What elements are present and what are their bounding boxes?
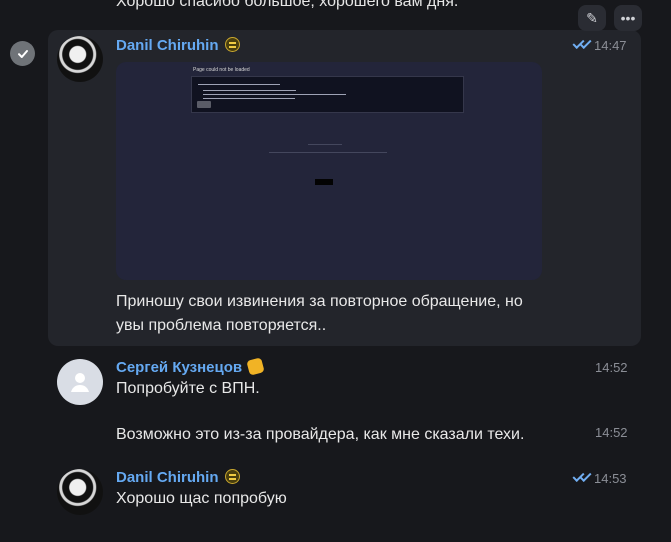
- chat-page: Хорошо спасибо большое, хорошего вам дня…: [0, 0, 671, 542]
- message-hover-actions: ✎ •••: [578, 5, 642, 31]
- preview-page-title: Page could not be loaded: [193, 67, 250, 73]
- previous-message-text: Хорошо спасибо большое, хорошего вам дня…: [116, 0, 459, 10]
- double-check-icon: [572, 472, 592, 482]
- preview-status-text: [269, 152, 387, 153]
- selected-message-check-icon[interactable]: [10, 41, 35, 66]
- status-emoji-icon: [224, 469, 240, 484]
- sender-name-text: Danil Chiruhin: [116, 37, 219, 54]
- message-time-with-status: 14:47: [572, 38, 627, 54]
- checkmark-icon: [17, 49, 28, 58]
- sender-name-text: Danil Chiruhin: [116, 469, 219, 486]
- danil-avatar[interactable]: [57, 469, 103, 515]
- preview-status-text: [308, 144, 342, 145]
- more-icon[interactable]: •••: [614, 5, 642, 31]
- preview-error-line: [203, 90, 296, 91]
- danil-avatar[interactable]: [57, 36, 103, 82]
- screenshot-preview[interactable]: Page could not be loaded: [116, 62, 542, 280]
- preview-error-line: [198, 84, 280, 85]
- hand-emoji-icon: [246, 357, 265, 376]
- message-time: 14:52: [595, 360, 628, 375]
- message-time: 14:52: [595, 425, 628, 440]
- person-icon: [71, 373, 89, 392]
- message-text: Приношу свои извинения за повторное обра…: [116, 293, 523, 334]
- pencil-icon[interactable]: ✎: [578, 5, 606, 31]
- message-time-with-status: 14:53: [572, 471, 627, 487]
- message-sender-name[interactable]: Сергей Кузнецов: [116, 357, 265, 377]
- sergey-avatar[interactable]: [57, 359, 103, 405]
- message-text: Попробуйте с ВПН.: [116, 380, 260, 397]
- double-check-icon: [572, 39, 592, 49]
- message-sender-name[interactable]: Danil Chiruhin: [116, 37, 240, 55]
- message-text: Хорошо щас попробую: [116, 490, 287, 507]
- preview-retry-button: [197, 101, 211, 108]
- preview-error-line: [203, 94, 346, 95]
- sender-name-text: Сергей Кузнецов: [116, 359, 243, 376]
- preview-black-bar: [315, 179, 333, 185]
- message-text: Возможно это из-за провайдера, как мне с…: [116, 426, 525, 443]
- status-emoji-icon: [224, 37, 240, 52]
- message-sender-name[interactable]: Danil Chiruhin: [116, 469, 240, 487]
- preview-error-line: [203, 98, 295, 99]
